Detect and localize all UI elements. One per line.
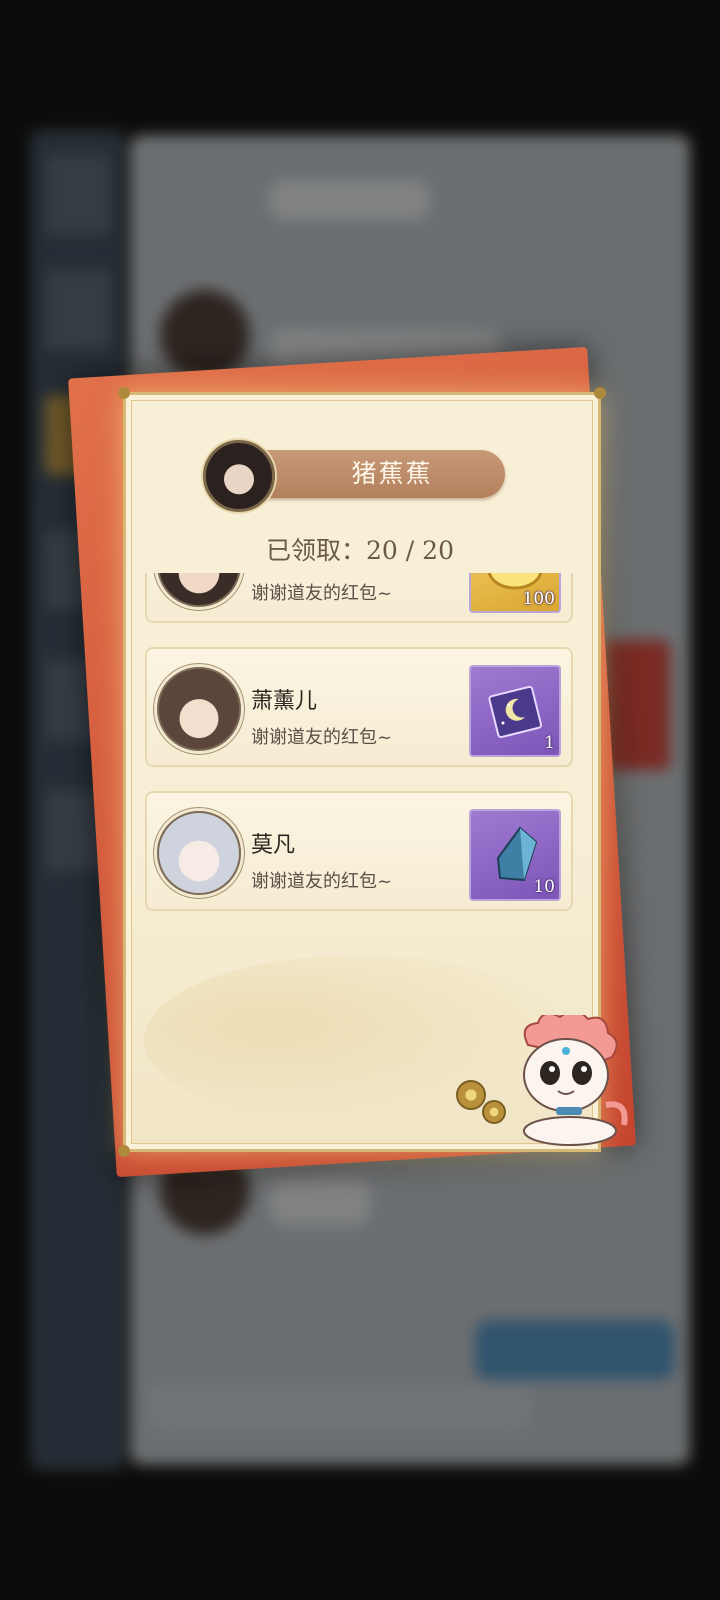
claimed-count: 20 / 20 — [366, 536, 454, 565]
card-corner-ornament — [118, 1145, 130, 1157]
list-item: 莫凡 谢谢道友的红包~ 10 — [145, 791, 573, 911]
avatar[interactable] — [157, 667, 241, 751]
card-corner-ornament — [118, 387, 130, 399]
reward-quantity: 1 — [544, 733, 555, 753]
background-sidebar-item — [45, 155, 110, 235]
background-sidebar-item — [45, 270, 110, 350]
recipient-message: 谢谢道友的红包~ — [251, 871, 393, 892]
background-bubble — [270, 180, 430, 220]
avatar[interactable] — [157, 811, 241, 895]
recipient-message: 谢谢道友的红包~ — [251, 727, 393, 748]
owner-avatar[interactable] — [203, 440, 275, 512]
list-item: 萧薰儿 谢谢道友的红包~ 1 — [145, 647, 573, 767]
card-corner-ornament — [594, 387, 606, 399]
reward-quantity: 100 — [522, 589, 555, 609]
avatar[interactable] — [157, 573, 241, 607]
recipient-name: 莫凡 — [251, 833, 296, 858]
background-avatar — [160, 290, 250, 380]
reward-quantity: 10 — [533, 877, 555, 897]
recipient-message: 谢谢道友的红包~ — [251, 583, 393, 604]
recipient-name: 萧薰儿 — [251, 689, 318, 714]
reward-item[interactable]: 10 — [469, 809, 561, 901]
lion-mascot-icon — [498, 1010, 638, 1150]
claimed-label: 已领取： — [266, 536, 367, 565]
reward-item[interactable]: 1 — [469, 665, 561, 757]
claimed-status: 已领取：20 / 20 — [230, 532, 490, 570]
background-bubble — [270, 1180, 370, 1225]
coin-icon — [456, 1080, 486, 1110]
recipient-list[interactable]: 谢谢道友的红包~ 100 萧薰儿 谢谢道友的红包~ 1 莫凡 谢谢道友的红包~ … — [143, 573, 575, 933]
list-item: 谢谢道友的红包~ 100 — [145, 573, 573, 623]
owner-name: 猪蕉蕉 — [351, 459, 433, 488]
background-blue-bubble — [475, 1320, 675, 1380]
reward-item[interactable]: 100 — [469, 573, 561, 613]
background-input-bar — [150, 1385, 530, 1430]
